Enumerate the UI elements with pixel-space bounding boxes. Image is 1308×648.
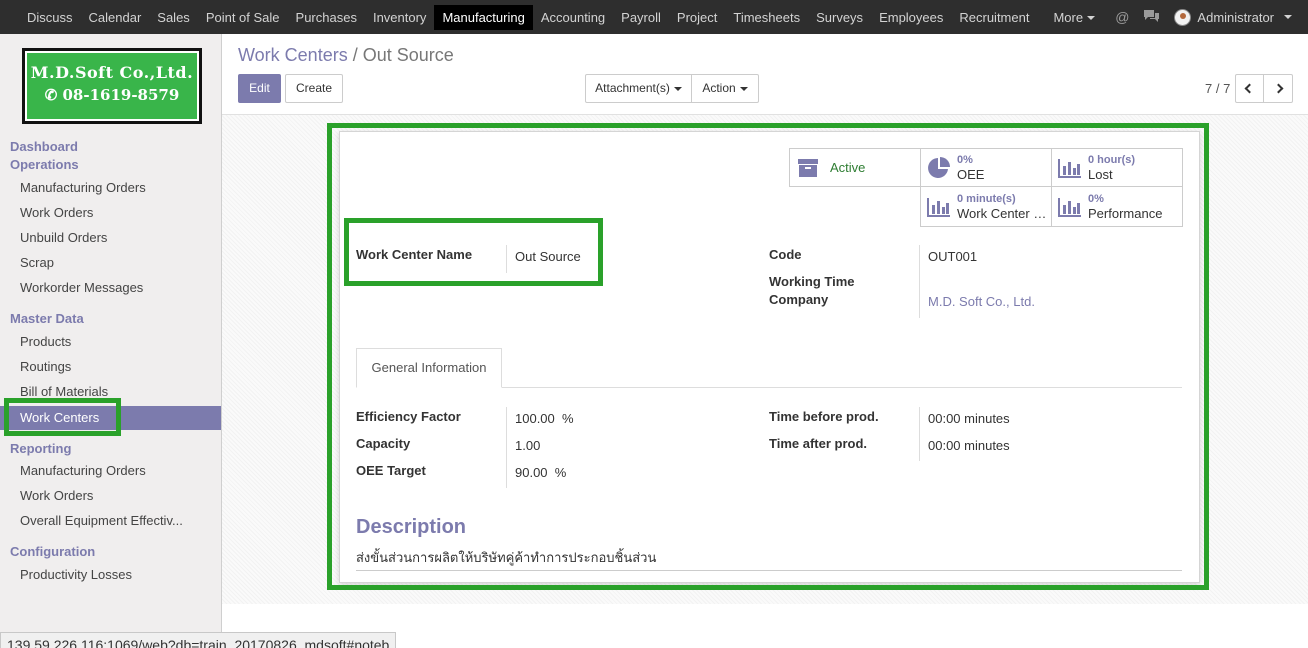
chevron-down-icon <box>673 86 682 91</box>
sidebar-item-unbuild-orders[interactable]: Unbuild Orders <box>0 226 221 250</box>
nav-project[interactable]: Project <box>669 5 725 30</box>
chevron-right-icon <box>1273 83 1283 94</box>
breadcrumb-separator: / <box>352 45 358 65</box>
nav-purchases[interactable]: Purchases <box>288 5 365 30</box>
user-name: Administrator <box>1197 9 1274 25</box>
chevron-left-icon <box>1244 83 1255 94</box>
pager-next-button[interactable] <box>1263 74 1293 103</box>
sidebar-item-dashboard[interactable]: Dashboard <box>10 139 78 154</box>
sidebar: M.D.Soft Co.,Ltd. ✆ 08-1619-8579 Dashboa… <box>0 34 222 648</box>
sidebar-item-scrap[interactable]: Scrap <box>0 251 221 275</box>
sidebar-section-reporting: Reporting <box>10 441 72 456</box>
create-button[interactable]: Create <box>285 74 343 103</box>
chevron-down-icon <box>739 86 748 91</box>
nav-inventory[interactable]: Inventory <box>365 5 434 30</box>
nav-timesheets[interactable]: Timesheets <box>725 5 808 30</box>
pager-counter[interactable]: 7 / 7 <box>1205 81 1230 96</box>
action-label: Action <box>702 81 736 95</box>
systray: @ Administrator <box>1115 0 1292 34</box>
top-navbar: Discuss Calendar Sales Point of Sale Pur… <box>0 0 1308 34</box>
nav-sales[interactable]: Sales <box>149 5 198 30</box>
sidebar-item-productivity-losses[interactable]: Productivity Losses <box>0 563 221 587</box>
sidebar-item-products[interactable]: Products <box>0 330 221 354</box>
sidebar-item-manufacturing-orders[interactable]: Manufacturing Orders <box>0 176 221 200</box>
pager-previous-button[interactable] <box>1235 74 1264 103</box>
user-menu[interactable]: Administrator <box>1174 8 1292 26</box>
sidebar-section-configuration: Configuration <box>10 544 96 559</box>
nav-more-label: More <box>1053 9 1084 25</box>
nav-manufacturing[interactable]: Manufacturing <box>434 4 533 30</box>
nav-discuss[interactable]: Discuss <box>19 5 81 30</box>
sidebar-section-master-data: Master Data <box>10 311 84 326</box>
action-dropdown[interactable]: Action <box>691 74 759 103</box>
breadcrumb-current: Out Source <box>362 45 454 65</box>
highlight-box-form <box>327 123 1209 590</box>
nav-recruitment[interactable]: Recruitment <box>951 5 1037 30</box>
sidebar-item-workorder-messages[interactable]: Workorder Messages <box>0 276 221 300</box>
sidebar-item-reporting-work-orders[interactable]: Work Orders <box>0 484 221 508</box>
avatar <box>1174 8 1192 26</box>
app-menu: Discuss Calendar Sales Point of Sale Pur… <box>0 0 1103 34</box>
nav-point-of-sale[interactable]: Point of Sale <box>198 5 288 30</box>
sidebar-item-routings[interactable]: Routings <box>0 355 221 379</box>
nav-calendar[interactable]: Calendar <box>81 5 150 30</box>
nav-accounting[interactable]: Accounting <box>533 5 613 30</box>
highlight-box-sidebar <box>4 398 121 436</box>
logo-company-name: M.D.Soft Co.,Ltd. <box>30 63 194 82</box>
sidebar-section-operations: Operations <box>10 157 79 172</box>
chevron-down-icon <box>1284 15 1292 19</box>
mention-icon[interactable]: @ <box>1115 9 1129 25</box>
nav-more[interactable]: More <box>1045 5 1103 30</box>
nav-surveys[interactable]: Surveys <box>808 5 871 30</box>
logo-phone: ✆ 08-1619-8579 <box>44 86 180 104</box>
breadcrumb: Work Centers / Out Source <box>238 45 454 66</box>
edit-button[interactable]: Edit <box>238 74 281 103</box>
sidebar-item-work-orders[interactable]: Work Orders <box>0 201 221 225</box>
sidebar-item-overall-equipment-effectiveness[interactable]: Overall Equipment Effectiv... <box>0 509 221 533</box>
attachments-label: Attachment(s) <box>595 81 670 95</box>
company-logo: M.D.Soft Co.,Ltd. ✆ 08-1619-8579 <box>22 48 202 124</box>
chat-icon[interactable] <box>1143 9 1160 26</box>
chevron-down-icon <box>1087 16 1096 21</box>
attachments-dropdown[interactable]: Attachment(s) <box>585 74 692 103</box>
nav-employees[interactable]: Employees <box>871 5 951 30</box>
nav-payroll[interactable]: Payroll <box>613 5 669 30</box>
sidebar-item-reporting-manufacturing-orders[interactable]: Manufacturing Orders <box>0 459 221 483</box>
breadcrumb-parent[interactable]: Work Centers <box>238 45 348 65</box>
browser-status-url: 139.59.226.116:1069/web?db=train_2017082… <box>0 632 397 648</box>
